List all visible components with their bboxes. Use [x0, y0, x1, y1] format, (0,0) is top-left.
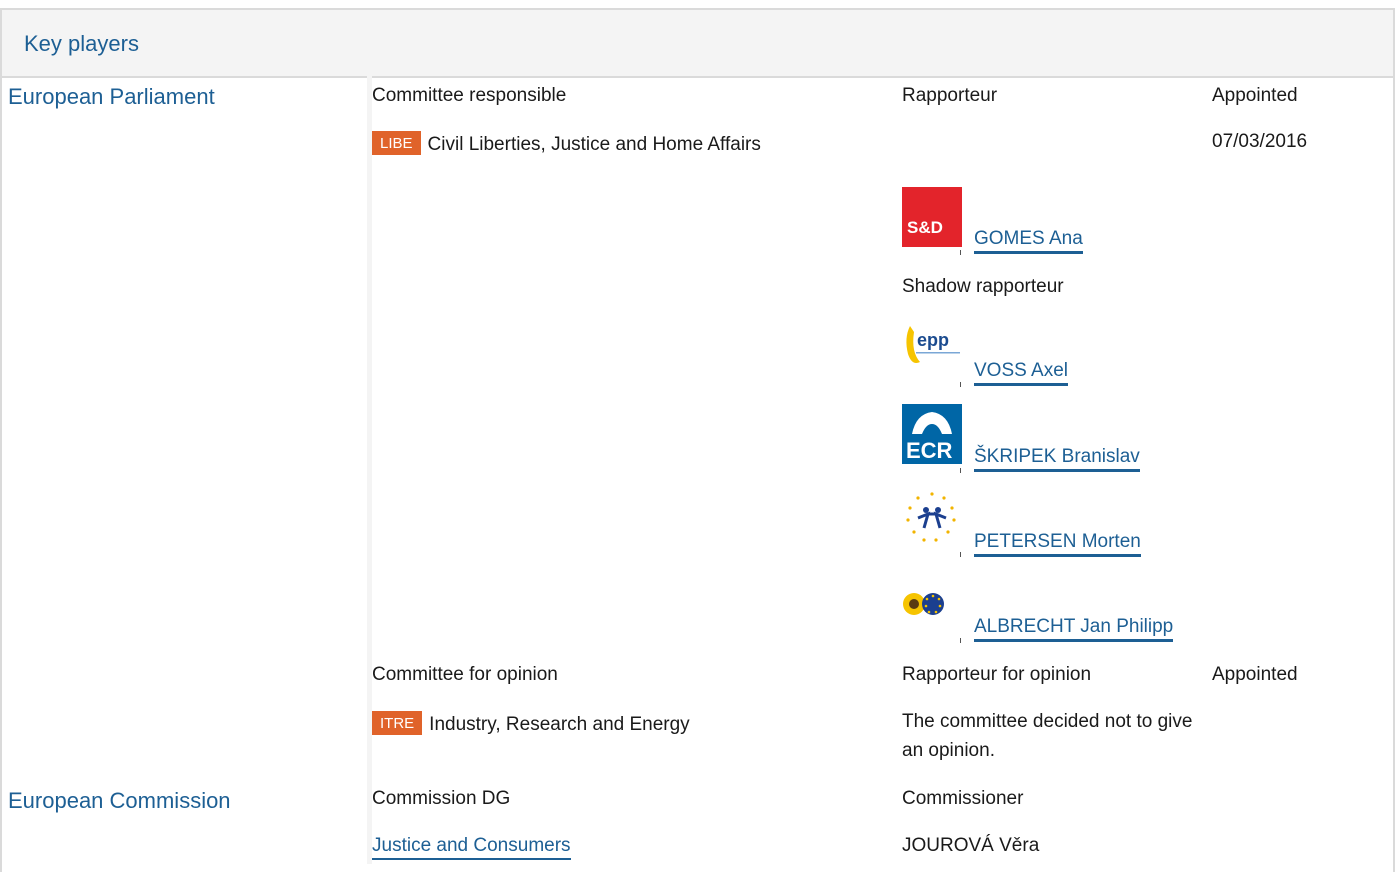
- shadow-link-albrecht[interactable]: ALBRECHT Jan Philipp: [974, 616, 1174, 642]
- panel-title: Key players: [24, 31, 139, 56]
- col-commission-dg: Commission DG: [372, 788, 511, 809]
- shadow-rapporteur-label: Shadow rapporteur: [902, 276, 1064, 297]
- opinion-note: The committee decided not to give an opi…: [902, 711, 1193, 761]
- col-appointed-opinion: Appointed: [1212, 664, 1298, 685]
- committee-row-itre: ITRE Industry, Research and Energy: [372, 711, 690, 736]
- logo-tick: [960, 250, 961, 255]
- logo-tick: [960, 638, 961, 643]
- commissioner-name: JOUROVÁ Věra: [902, 835, 1040, 856]
- col-commissioner: Commissioner: [902, 788, 1024, 809]
- col-appointed: Appointed: [1212, 85, 1298, 106]
- col-committee-responsible: Committee responsible: [372, 85, 567, 106]
- committee-badge-itre[interactable]: ITRE: [372, 711, 423, 735]
- col-rapporteur: Rapporteur: [902, 85, 998, 106]
- rapporteur-link-gomes[interactable]: GOMES Ana: [974, 228, 1083, 254]
- panel-header[interactable]: Key players: [2, 10, 1393, 78]
- logo-tick: [960, 382, 961, 387]
- appointed-date: 07/03/2016: [1212, 131, 1308, 152]
- greens-efa-logo-icon: [902, 582, 962, 642]
- dg-link-justice[interactable]: Justice and Consumers: [372, 835, 571, 860]
- shadow-link-voss[interactable]: VOSS Axel: [974, 360, 1068, 386]
- alde-logo-icon: [902, 488, 962, 548]
- committee-name-libe: Civil Liberties, Justice and Home Affair…: [427, 134, 761, 155]
- column-separator: [367, 68, 372, 864]
- institution-commission: European Commission: [8, 788, 231, 813]
- shadow-link-petersen[interactable]: PETERSEN Morten: [974, 531, 1141, 557]
- committee-name-itre: Industry, Research and Energy: [429, 714, 690, 735]
- col-rapporteur-opinion: Rapporteur for opinion: [902, 664, 1092, 685]
- ecr-logo-icon: ECR: [902, 404, 962, 464]
- shadow-link-skripek[interactable]: ŠKRIPEK Branislav: [974, 446, 1140, 472]
- svg-text:epp: epp: [917, 330, 949, 350]
- sd-logo-icon: S&D: [902, 187, 962, 247]
- institution-parliament: European Parliament: [8, 84, 215, 109]
- logo-tick: [960, 552, 961, 557]
- committee-badge-libe[interactable]: LIBE: [372, 131, 421, 155]
- svg-text:ECR: ECR: [906, 438, 953, 463]
- epp-logo-icon: epp: [902, 318, 962, 378]
- committee-row-libe: LIBE Civil Liberties, Justice and Home Af…: [372, 131, 761, 156]
- logo-tick: [960, 468, 961, 473]
- col-committee-opinion: Committee for opinion: [372, 664, 558, 685]
